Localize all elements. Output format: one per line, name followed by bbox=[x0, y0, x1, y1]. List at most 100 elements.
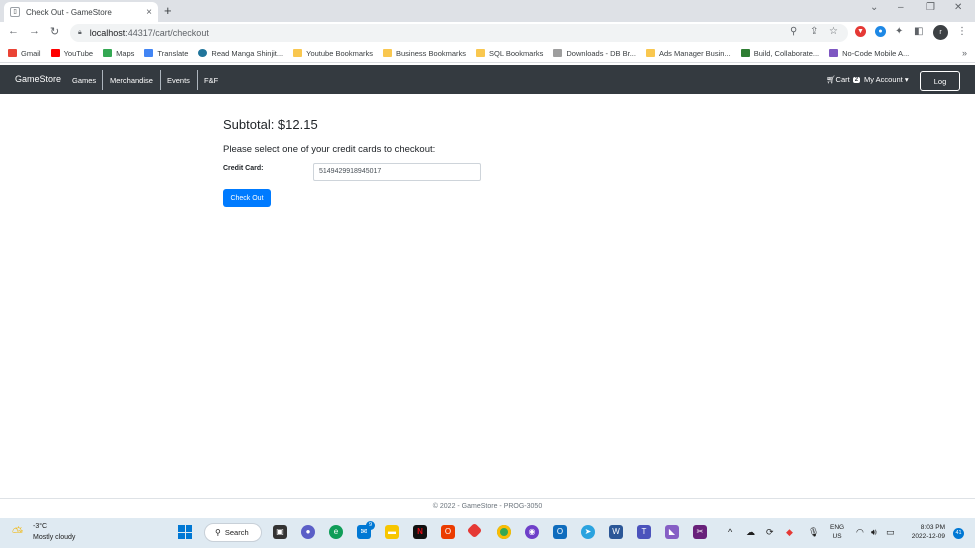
task-view-icon[interactable]: ▣ bbox=[273, 525, 287, 539]
back-icon[interactable]: ← bbox=[8, 25, 19, 37]
taskbar-search[interactable]: ⚲ Search bbox=[204, 523, 262, 542]
start-button[interactable] bbox=[178, 525, 192, 539]
bookmark-label: SQL Bookmarks bbox=[489, 48, 544, 58]
microphone-icon[interactable]: 🎙︎ bbox=[808, 527, 819, 538]
tab-search-chevron-icon[interactable]: ⌄ bbox=[870, 2, 878, 13]
nav-divider bbox=[160, 70, 161, 90]
snipping-tool-icon[interactable]: ✂ bbox=[693, 525, 707, 539]
folder-icon bbox=[293, 49, 303, 57]
my-account-dropdown[interactable]: My Account ▾ bbox=[864, 75, 909, 84]
office-icon[interactable]: O bbox=[441, 525, 455, 539]
minimize-icon[interactable]: – bbox=[898, 2, 904, 13]
github-desktop-icon[interactable]: ◉ bbox=[525, 525, 539, 539]
more-bookmarks-button[interactable]: » bbox=[962, 48, 967, 58]
url-path: :44317/cart/checkout bbox=[125, 28, 209, 38]
wordpress-icon bbox=[198, 49, 208, 57]
battery-icon[interactable]: ▭ bbox=[886, 527, 895, 538]
close-window-icon[interactable]: ✕ bbox=[954, 2, 962, 13]
extension-icon[interactable]: ▼ bbox=[855, 26, 866, 37]
system-clock[interactable]: 8:03 PM 2022-12-09 bbox=[905, 523, 945, 541]
edge-icon[interactable]: e bbox=[329, 525, 343, 539]
nav-merchandise[interactable]: Merchandise bbox=[110, 76, 153, 85]
profile-avatar[interactable]: r bbox=[933, 25, 948, 40]
outlook-icon[interactable]: O bbox=[553, 525, 567, 539]
bookmark-folder[interactable]: Youtube Bookmarks bbox=[293, 49, 373, 58]
bookmark-item[interactable]: Gmail bbox=[8, 49, 41, 58]
close-tab-icon[interactable]: × bbox=[146, 7, 152, 18]
nav-games[interactable]: Games bbox=[72, 76, 96, 85]
sync-icon[interactable]: ⟳ bbox=[766, 527, 774, 538]
bookmark-item[interactable]: No-Code Mobile A... bbox=[829, 49, 909, 58]
bookmark-item[interactable]: Build, Collaborate... bbox=[740, 49, 819, 58]
credit-card-select[interactable]: 5149429918945017 bbox=[313, 163, 481, 181]
input-language[interactable]: ENG US bbox=[830, 523, 844, 541]
maps-icon bbox=[103, 49, 113, 57]
bookmark-item[interactable]: YouTube bbox=[50, 49, 93, 58]
bookmark-folder[interactable]: Ads Manager Busin... bbox=[645, 49, 731, 58]
clock-time: 8:03 PM bbox=[920, 524, 945, 531]
bookmark-item[interactable]: Downloads - DB Br... bbox=[553, 49, 636, 58]
log-out-button[interactable]: Log Out bbox=[920, 71, 960, 104]
app-tray-icon[interactable]: ◆ bbox=[786, 527, 793, 538]
file-explorer-icon[interactable]: ▬ bbox=[385, 525, 399, 539]
cart-count-badge: 2 bbox=[852, 76, 861, 83]
new-tab-button[interactable]: + bbox=[164, 3, 172, 18]
folder-icon bbox=[383, 49, 392, 57]
footer-text: © 2022 - GameStore - PROG-3050 bbox=[432, 503, 543, 510]
bookmark-star-icon[interactable]: ☆ bbox=[829, 26, 838, 37]
nav-divider bbox=[197, 70, 198, 90]
gmail-icon bbox=[8, 49, 17, 57]
brand-link[interactable]: GameStore bbox=[15, 74, 61, 84]
cart-label: Cart bbox=[835, 75, 850, 84]
browser-menu-icon[interactable]: ⋮ bbox=[957, 26, 967, 37]
netflix-icon[interactable]: N bbox=[413, 525, 427, 539]
footer-divider bbox=[0, 498, 975, 499]
address-bar[interactable]: 🔒︎ localhost:44317/cart/checkout bbox=[70, 24, 848, 42]
chat-icon[interactable]: ● bbox=[301, 525, 315, 539]
chrome-icon[interactable] bbox=[497, 525, 511, 539]
onedrive-cloud-icon[interactable]: ☁ bbox=[746, 527, 755, 538]
nav-events[interactable]: Events bbox=[167, 76, 190, 85]
tab-title: Check Out - GameStore bbox=[26, 7, 112, 17]
weather-condition[interactable]: Mostly cloudy bbox=[33, 534, 75, 541]
check-out-button[interactable]: Check Out bbox=[223, 189, 271, 207]
side-panel-icon[interactable]: ◧ bbox=[914, 26, 923, 37]
volume-icon[interactable]: 🔊︎ bbox=[871, 527, 877, 538]
bookmark-item[interactable]: Translate bbox=[144, 49, 188, 58]
caret-down-icon: ▾ bbox=[904, 75, 909, 84]
forward-icon[interactable]: → bbox=[29, 25, 40, 37]
teams-icon[interactable]: T bbox=[637, 525, 651, 539]
bookmark-folder[interactable]: Business Bookmarks bbox=[383, 49, 466, 58]
extensions-puzzle-icon[interactable]: ✦ bbox=[895, 26, 903, 37]
cart-icon: 🛒︎ bbox=[826, 75, 836, 84]
telegram-icon[interactable]: ➤ bbox=[581, 525, 595, 539]
bookmark-folder[interactable]: SQL Bookmarks bbox=[476, 49, 543, 58]
share-icon[interactable]: ⇪ bbox=[810, 26, 818, 37]
bookmark-item[interactable]: Maps bbox=[103, 49, 134, 58]
zoom-search-icon[interactable]: ⚲ bbox=[790, 26, 797, 37]
notification-count-badge[interactable]: 41 bbox=[953, 528, 964, 539]
clock-date: 2022-12-09 bbox=[911, 533, 945, 540]
reload-icon[interactable]: ↻ bbox=[50, 25, 59, 38]
weather-temperature[interactable]: -3°C bbox=[33, 523, 47, 530]
region-code: US bbox=[832, 533, 842, 540]
nocode-icon bbox=[829, 49, 839, 57]
browser-tab[interactable]: ▯ Check Out - GameStore × bbox=[4, 2, 158, 22]
browser-tab-strip: ▯ Check Out - GameStore × + ⌄ – ❐ ✕ bbox=[0, 0, 975, 22]
youtube-icon bbox=[50, 49, 60, 57]
wifi-icon[interactable]: ◠ bbox=[856, 527, 864, 538]
bookmark-label: Read Manga Shinjit... bbox=[211, 48, 284, 58]
bookmark-item[interactable]: Read Manga Shinjit... bbox=[198, 49, 283, 58]
visual-studio-icon[interactable]: ◣ bbox=[665, 525, 679, 539]
show-hidden-icons-chevron[interactable]: ^ bbox=[728, 527, 732, 537]
extension-icon[interactable]: ● bbox=[875, 26, 886, 37]
weather-cloudy-icon[interactable]: ⛅︎ bbox=[12, 524, 23, 541]
cart-link[interactable]: 🛒︎ Cart 2 bbox=[826, 75, 861, 84]
file-icon bbox=[553, 49, 563, 57]
word-icon[interactable]: W bbox=[609, 525, 623, 539]
git-icon[interactable] bbox=[466, 522, 483, 539]
taskbar-search-label: Search bbox=[224, 528, 249, 537]
nav-f-and-f[interactable]: F&F bbox=[204, 76, 218, 85]
restore-icon[interactable]: ❐ bbox=[926, 2, 935, 13]
url-host: localhost bbox=[89, 28, 126, 38]
